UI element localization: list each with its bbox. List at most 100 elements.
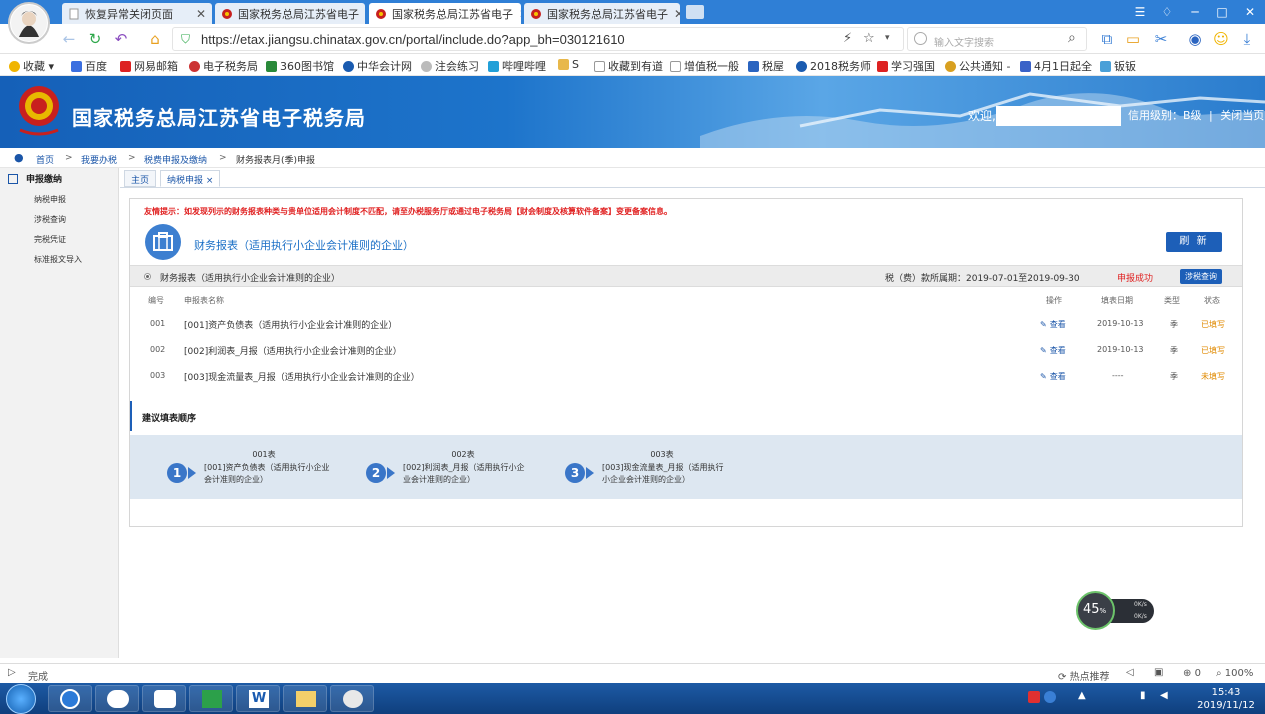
close-icon[interactable]: ✕ <box>513 7 521 21</box>
emoji-icon[interactable]: ☺ <box>1212 30 1230 48</box>
bookmark-favorites[interactable]: 收藏 ▾ <box>9 58 54 74</box>
period-radio[interactable] <box>144 273 151 280</box>
network-icon[interactable]: ▮ <box>1140 690 1146 701</box>
taskbar-app-explorer[interactable] <box>283 685 327 712</box>
menu-icon[interactable]: ☰ <box>1130 3 1150 21</box>
bookmark-xuexi[interactable]: 学习强国 <box>877 58 935 74</box>
breadcrumb-home[interactable]: 首页 <box>36 153 54 166</box>
speed-value: 45% <box>1083 602 1107 617</box>
tax-emblem-icon <box>530 8 542 20</box>
col-header-type: 类型 <box>1164 296 1180 305</box>
star-icon[interactable]: ☆ <box>863 31 875 46</box>
view-link[interactable]: ✎ 查看 <box>1040 319 1066 330</box>
refresh-button[interactable]: 刷 新 <box>1166 232 1222 252</box>
breadcrumb-declare[interactable]: 税费申报及缴纳 <box>144 153 207 166</box>
url-bar[interactable]: ⛉ https://etax.jiangsu.chinatax.gov.cn/p… <box>172 27 904 51</box>
tab-home[interactable]: 主页 <box>124 170 157 187</box>
home-icon[interactable]: ⌂ <box>146 30 164 48</box>
sidebar-item-certificate[interactable]: 完税凭证 <box>34 234 66 245</box>
bookmark-banban[interactable]: 钣钣 <box>1100 58 1136 74</box>
download-icon[interactable]: ⤓ <box>1238 30 1256 48</box>
sidebar-item-query[interactable]: 涉税查询 <box>34 214 66 225</box>
view-link[interactable]: ✎ 查看 <box>1040 371 1066 382</box>
tab-etax-1[interactable]: 国家税务总局江苏省电子 ✕ <box>215 3 365 24</box>
bookmark-shuiwu[interactable]: 税屋 <box>748 58 784 74</box>
declare-status: 申报成功 <box>1117 274 1154 284</box>
screenshot-icon[interactable]: ▭ <box>1124 30 1142 48</box>
minimize-icon[interactable]: ─ <box>1185 3 1205 21</box>
scissors-icon[interactable]: ✂ <box>1152 30 1170 48</box>
sidebar-heading[interactable]: 申报缴纳 <box>8 172 62 185</box>
close-icon[interactable]: ✕ <box>668 7 680 21</box>
download-count[interactable]: ⊕ 0 <box>1183 668 1201 679</box>
taskbar-clock[interactable]: 15:43 2019/11/12 <box>1195 686 1257 712</box>
extension-icon[interactable]: ◉ <box>1186 30 1204 48</box>
zoom-level[interactable]: ⌕ 100% <box>1216 668 1253 679</box>
tab-restore[interactable]: 恢复异常关闭页面 ✕ <box>62 3 212 24</box>
tab-declare[interactable]: 纳税申报 × <box>160 170 221 187</box>
ime-icon[interactable] <box>1028 691 1040 703</box>
step-3[interactable]: 3 003表 [003]现金流量表_月报（适用执行小企业会计准则的企业） <box>528 435 724 499</box>
speaker-icon[interactable]: ◀ <box>1160 690 1168 701</box>
skin-icon[interactable]: ♢ <box>1157 3 1177 21</box>
bookmark-baidu[interactable]: 百度 <box>71 58 107 74</box>
wechat-icon <box>107 690 129 708</box>
step-2[interactable]: 2 002表 [002]利润表_月报（适用执行小企业会计准则的企业） <box>329 435 525 499</box>
bookmark-notice[interactable]: 公共通知 - <box>945 58 1010 74</box>
bookmark-folder-s[interactable]: S <box>558 58 579 71</box>
bookmark-april[interactable]: 4月1日起全 <box>1020 58 1092 74</box>
taskbar-app-excel[interactable] <box>189 685 233 712</box>
row-type: 季 <box>1170 346 1178 355</box>
taskbar-app-sogou[interactable] <box>48 685 92 712</box>
suggest-title: 建议填表顺序 <box>142 414 197 424</box>
undo-icon[interactable]: ↶ <box>112 30 130 48</box>
close-window-icon[interactable]: ✕ <box>1240 3 1260 21</box>
taskbar-app-word[interactable]: W <box>236 685 280 712</box>
sidebar-item-declare[interactable]: 纳税申报 <box>34 194 66 205</box>
close-page-link[interactable]: 关闭当页 <box>1220 109 1264 122</box>
bookmark-bilibili[interactable]: 哔哩哔哩 <box>488 58 546 74</box>
taskbar-app-baidu[interactable] <box>142 685 186 712</box>
new-tab-button[interactable] <box>686 5 704 19</box>
bookmark-youdao[interactable]: 收藏到有道 <box>594 58 663 74</box>
tray-expand-icon[interactable]: ▲ <box>1078 690 1086 701</box>
step-1[interactable]: 1 001表 [001]资产负债表（适用执行小企业会计准则的企业） <box>130 435 330 499</box>
bookmark-2018[interactable]: 2018税务师 <box>796 58 871 74</box>
taskbar-app-other[interactable] <box>330 685 374 712</box>
hot-recommend[interactable]: ⟳ 热点推荐 <box>1058 668 1110 683</box>
network-speed-widget[interactable]: 45% 0K/s 0K/s <box>1076 591 1155 630</box>
sidebar-item-import[interactable]: 标准报文导入 <box>34 254 82 265</box>
refresh-icon[interactable]: ↻ <box>86 30 104 48</box>
translate-icon[interactable]: ⧉ <box>1098 30 1116 48</box>
breadcrumb-tax[interactable]: 我要办税 <box>81 153 117 166</box>
maximize-icon[interactable]: □ <box>1212 3 1232 21</box>
bookmark-netease[interactable]: 网易邮箱 <box>120 58 178 74</box>
bookmark-etax[interactable]: 电子税务局 <box>189 58 258 74</box>
volume-icon[interactable]: ◁ <box>1126 667 1134 678</box>
url-text[interactable]: https://etax.jiangsu.chinatax.gov.cn/por… <box>201 32 625 47</box>
bookmark-chinaacc[interactable]: 中华会计网 <box>343 58 412 74</box>
sidebar-toggle-icon[interactable]: ▷ <box>8 667 16 678</box>
bookmark-360doc[interactable]: 360图书馆 <box>266 58 334 74</box>
tax-query-button[interactable]: 涉税查询 <box>1180 269 1222 284</box>
tab-etax-2[interactable]: 国家税务总局江苏省电子 ✕ <box>369 3 521 24</box>
close-icon[interactable]: ✕ <box>359 7 365 21</box>
bag-icon[interactable]: ▣ <box>1154 667 1163 678</box>
lightning-icon[interactable]: ⚡ <box>843 31 852 46</box>
avatar[interactable] <box>8 2 50 44</box>
bookmark-cpa[interactable]: 注会练习 <box>421 58 479 74</box>
search-icon[interactable]: ⌕ <box>1068 30 1076 46</box>
windows-taskbar: W ▲ ▮ ◀ 15:43 2019/11/12 <box>0 683 1265 714</box>
view-link[interactable]: ✎ 查看 <box>1040 345 1066 356</box>
bookmark-vat[interactable]: 增值税一般 <box>670 58 739 74</box>
start-button[interactable] <box>6 684 36 714</box>
help-icon[interactable] <box>1044 691 1056 703</box>
taskbar-app-wechat[interactable] <box>95 685 139 712</box>
close-icon[interactable]: ✕ <box>190 7 206 21</box>
paw-icon <box>71 60 82 72</box>
back-icon[interactable]: ← <box>60 30 78 48</box>
search-engine-icon[interactable] <box>914 32 927 45</box>
tab-etax-3[interactable]: 国家税务总局江苏省电子 ✕ <box>524 3 680 24</box>
search-input[interactable]: 输入文字搜索 ⌕ <box>907 27 1087 51</box>
chevron-down-icon[interactable]: ▾ <box>885 33 890 43</box>
